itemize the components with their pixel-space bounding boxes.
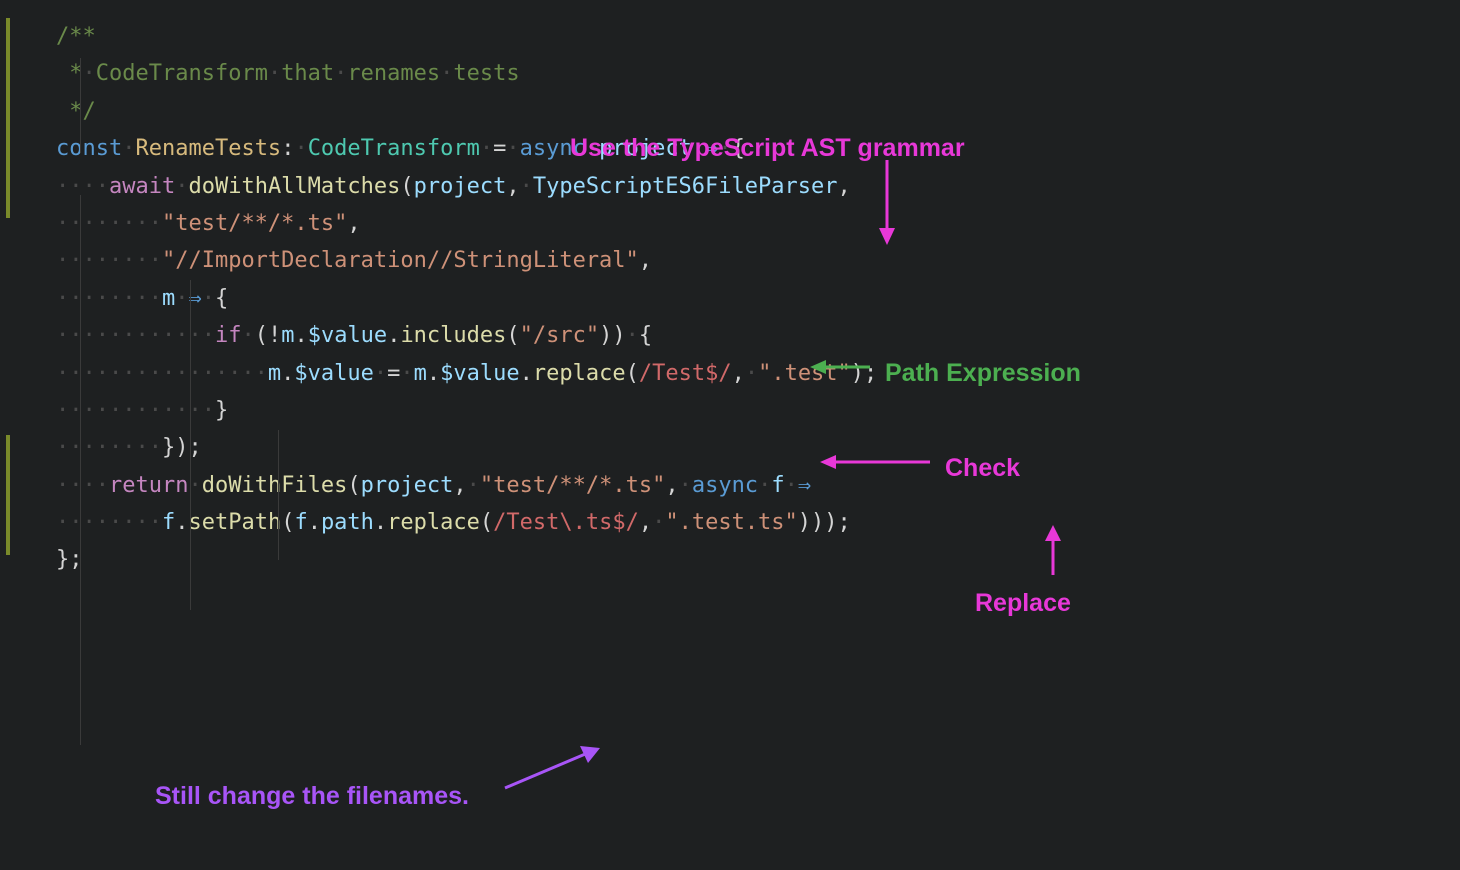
- annotation-replace: Replace: [975, 582, 1071, 625]
- code-line: ········});: [56, 429, 1460, 466]
- indent-guide: [278, 430, 279, 560]
- arrow-diag-icon: [500, 738, 610, 798]
- code-line: ················m.$value·=·m.$value.repl…: [56, 355, 1460, 392]
- code-line: ········f.setPath(f.path.replace(/Test\.…: [56, 504, 1460, 541]
- comment-open: /**: [56, 24, 96, 49]
- code-line: };: [56, 541, 1460, 578]
- code-line: *·CodeTransform·that·renames·tests: [56, 55, 1460, 92]
- code-line: ····await·doWithAllMatches(project,·Type…: [56, 168, 1460, 205]
- comment-close: */: [56, 99, 96, 124]
- indent-guide: [80, 58, 81, 153]
- code-line: */: [56, 93, 1460, 130]
- annotation-check: Check: [945, 447, 1020, 490]
- indent-guide: [80, 195, 81, 745]
- annotation-path-expression: Path Expression: [885, 352, 1081, 395]
- code-line: ············if·(!m.$value.includes("/src…: [56, 317, 1460, 354]
- code-line: ········m·⇒·{: [56, 280, 1460, 317]
- annotation-filenames: Still change the filenames.: [155, 775, 469, 818]
- code-line: ············}: [56, 392, 1460, 429]
- code-line: ········"//ImportDeclaration//StringLite…: [56, 242, 1460, 279]
- code-line: /**: [56, 18, 1460, 55]
- code-line: ········"test/**/*.ts",: [56, 205, 1460, 242]
- indent-guide: [190, 280, 191, 610]
- code-line: ····return·doWithFiles(project,·"test/**…: [56, 467, 1460, 504]
- code-editor[interactable]: /** *·CodeTransform·that·renames·tests *…: [0, 0, 1460, 579]
- annotation-ast-grammar: Use the TypeScript AST grammar: [570, 127, 965, 170]
